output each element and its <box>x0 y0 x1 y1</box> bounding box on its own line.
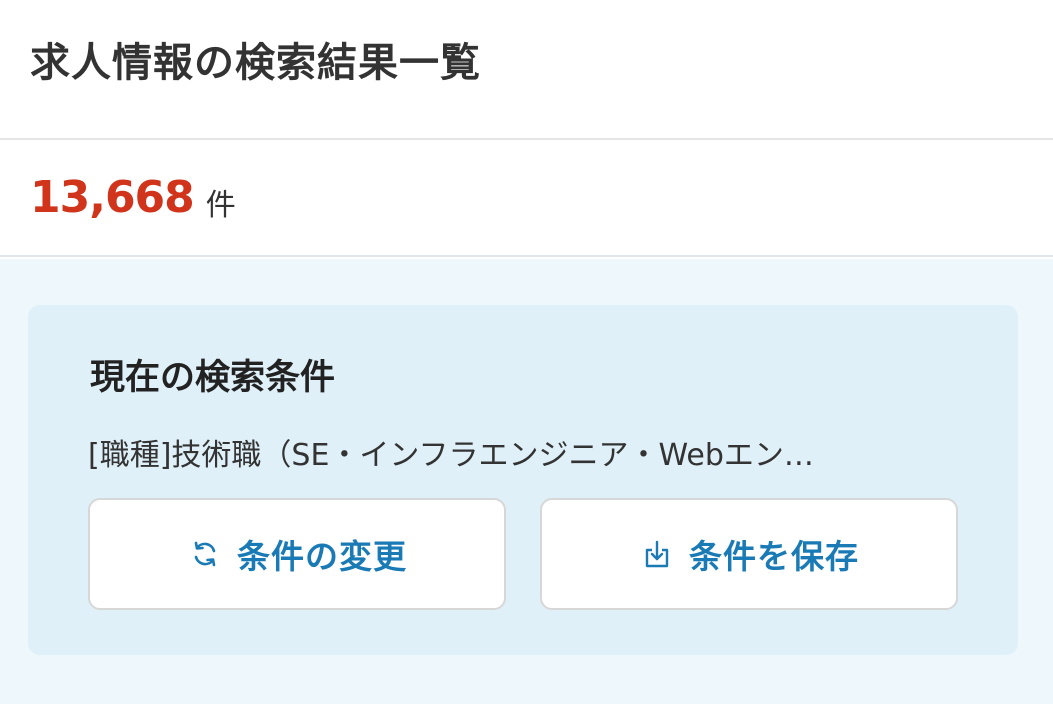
download-icon <box>639 536 675 572</box>
save-conditions-button[interactable]: 条件を保存 <box>540 498 958 610</box>
change-conditions-label: 条件の変更 <box>237 537 407 576</box>
conditions-summary: [職種]技術職（SE・インフラエンジニア・Webエン… <box>88 438 814 473</box>
change-conditions-button[interactable]: 条件の変更 <box>88 498 506 610</box>
result-count: 13,668 <box>30 172 195 223</box>
search-conditions-panel: 現在の検索条件 [職種]技術職（SE・インフラエンジニア・Webエン… 条件の変… <box>28 305 1018 655</box>
result-count-unit: 件 <box>205 187 236 223</box>
result-count-row: 13,668 件 <box>0 140 1053 257</box>
page-title: 求人情報の検索結果一覧 <box>30 40 481 86</box>
page-header: 求人情報の検索結果一覧 <box>0 0 1053 140</box>
save-conditions-label: 条件を保存 <box>689 537 859 576</box>
conditions-heading: 現在の検索条件 <box>90 358 336 398</box>
conditions-area: 現在の検索条件 [職種]技術職（SE・インフラエンジニア・Webエン… 条件の変… <box>0 259 1053 704</box>
search-results-page: 求人情報の検索結果一覧 13,668 件 現在の検索条件 [職種]技術職（SE・… <box>0 0 1053 704</box>
conditions-actions: 条件の変更 条件を保存 <box>88 498 958 610</box>
refresh-icon <box>187 536 223 572</box>
